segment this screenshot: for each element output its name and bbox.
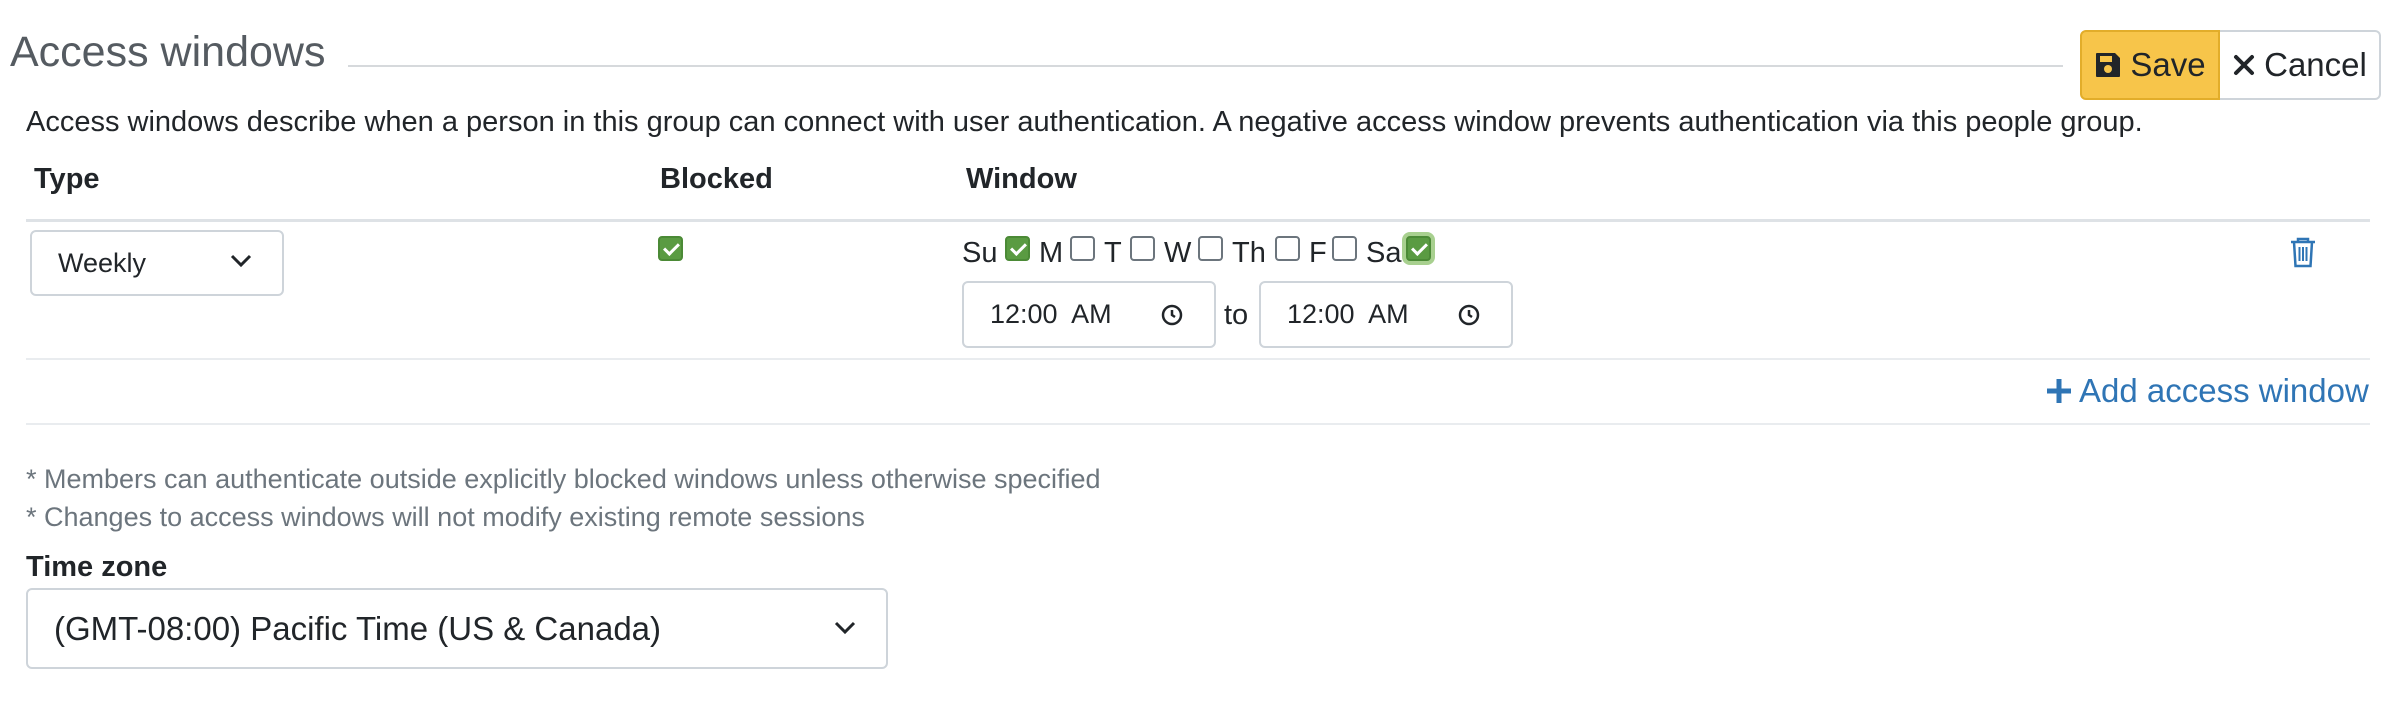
- time-range-separator: to: [1224, 299, 1249, 331]
- blocked-checkbox[interactable]: [658, 236, 683, 261]
- cancel-button-label: Cancel: [2264, 46, 2367, 83]
- chevron-down-icon: [230, 254, 252, 268]
- clock-icon: [1458, 304, 1480, 326]
- note-remote-sessions: * Changes to access windows will not mod…: [26, 502, 865, 532]
- add-access-window-link[interactable]: Add access window: [2045, 372, 2369, 410]
- day-label-friday: F: [1309, 237, 1327, 269]
- column-header-blocked: Blocked: [660, 163, 773, 195]
- type-select-value: Weekly: [58, 247, 147, 278]
- row-divider: [26, 358, 2370, 360]
- floppy-disk-icon: [2096, 53, 2121, 77]
- day-label-wednesday: W: [1164, 237, 1192, 269]
- day-checkbox-saturday[interactable]: [1406, 236, 1431, 261]
- day-label-sunday: Su: [962, 237, 998, 269]
- start-time-value: 12:00 AM: [990, 299, 1112, 329]
- add-row-divider: [26, 423, 2370, 425]
- timezone-label: Time zone: [26, 551, 168, 583]
- header-divider: [348, 65, 2063, 67]
- clock-icon: [1161, 304, 1183, 326]
- end-time-input[interactable]: 12:00 AM: [1259, 281, 1513, 348]
- timezone-select[interactable]: (GMT-08:00) Pacific Time (US & Canada): [26, 588, 888, 669]
- close-icon: [2234, 55, 2255, 75]
- column-header-window: Window: [966, 163, 1077, 195]
- column-header-type: Type: [34, 163, 100, 195]
- day-label-saturday: Sa: [1366, 237, 1402, 269]
- day-label-thursday: Th: [1232, 237, 1266, 269]
- end-time-value: 12:00 AM: [1287, 299, 1409, 329]
- timezone-select-value: (GMT-08:00) Pacific Time (US & Canada): [54, 609, 662, 647]
- cancel-button[interactable]: Cancel: [2220, 30, 2381, 100]
- start-time-input[interactable]: 12:00 AM: [962, 281, 1216, 348]
- note-blocked-windows: * Members can authenticate outside expli…: [26, 464, 1101, 494]
- day-checkbox-monday[interactable]: [1070, 236, 1095, 261]
- day-checkbox-wednesday[interactable]: [1198, 236, 1223, 261]
- chevron-down-icon: [834, 621, 856, 635]
- day-label-tuesday: T: [1104, 237, 1122, 269]
- trash-icon: [2291, 237, 2315, 268]
- plus-icon: [2047, 379, 2071, 403]
- type-select[interactable]: Weekly: [30, 230, 284, 296]
- table-header-divider: [26, 219, 2370, 222]
- day-checkbox-sunday[interactable]: [1005, 236, 1030, 261]
- delete-row-button[interactable]: [2288, 236, 2318, 273]
- page-title: Access windows: [10, 28, 326, 76]
- day-label-monday: M: [1039, 237, 1064, 269]
- save-button[interactable]: Save: [2080, 30, 2220, 100]
- action-button-group: Save Cancel: [2080, 30, 2381, 100]
- day-checkbox-thursday[interactable]: [1275, 236, 1300, 261]
- access-windows-panel: Access windows Save Cancel Access window…: [0, 0, 2396, 704]
- save-button-label: Save: [2130, 46, 2206, 83]
- access-windows-description: Access windows describe when a person in…: [26, 106, 2143, 138]
- day-checkbox-friday[interactable]: [1332, 236, 1357, 261]
- add-access-window-label: Add access window: [2079, 372, 2369, 409]
- day-checkbox-tuesday[interactable]: [1130, 236, 1155, 261]
